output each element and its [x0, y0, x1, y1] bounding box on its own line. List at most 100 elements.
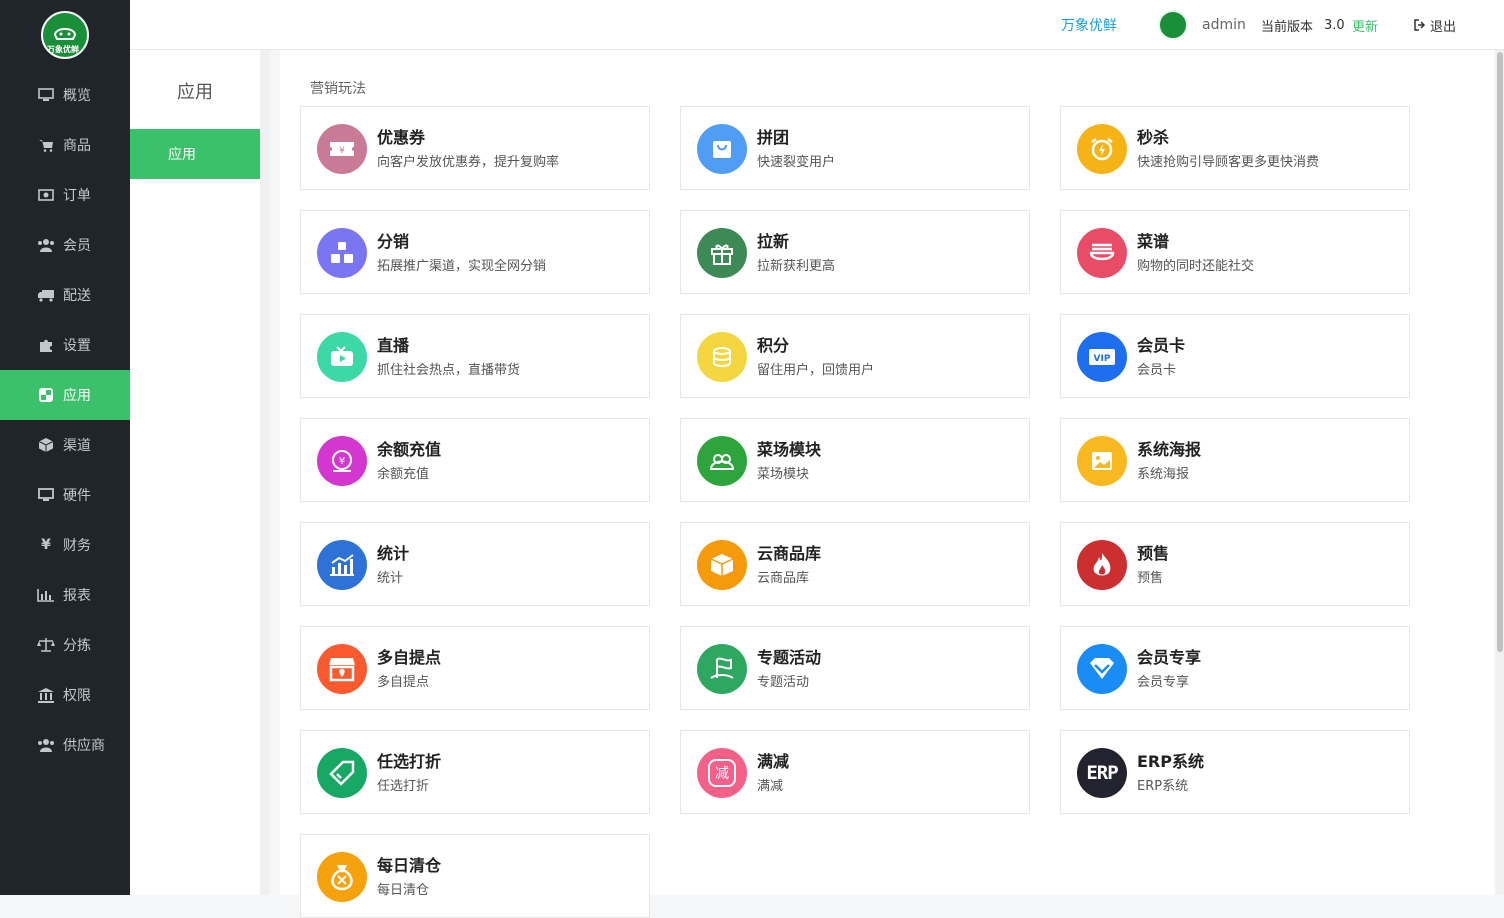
app-card-desc: 菜场模块: [757, 467, 810, 482]
reduce-icon: 减: [697, 748, 747, 798]
app-card-desc: 满减: [757, 779, 784, 794]
app-card-vip-card[interactable]: VIP 会员卡 会员卡: [1060, 314, 1410, 398]
flag-icon: [697, 644, 747, 694]
yen-coin-icon: ¥: [317, 436, 367, 486]
app-card-hierarchy[interactable]: 分销 拓展推广渠道，实现全网分销: [300, 210, 650, 294]
app-card-poster[interactable]: 系统海报 系统海报: [1060, 418, 1410, 502]
app-card-title: 满减: [757, 752, 790, 771]
app-card-desc: 云商品库: [757, 571, 810, 586]
app-card-desc: 会员卡: [1137, 363, 1177, 378]
fire-icon: [1077, 540, 1127, 590]
app-card-title: 直播: [377, 336, 410, 355]
coupon-icon: ¥: [317, 124, 367, 174]
box-icon: [697, 540, 747, 590]
app-card-title: 多自提点: [377, 648, 442, 667]
live-tv-icon: [317, 332, 367, 382]
app-card-desc: ERP系统: [1137, 779, 1189, 794]
monitor-icon: [37, 87, 55, 103]
subnav-item-apps[interactable]: 应用: [130, 129, 260, 179]
app-card-live-tv[interactable]: 直播抓住社会热点，直播带货: [300, 314, 650, 398]
app-card-box[interactable]: 云商品库 云商品库: [680, 522, 1030, 606]
nav-item-finance[interactable]: ¥ 财务: [0, 520, 130, 570]
app-card-title: ERP系统: [1137, 752, 1204, 771]
nav-item-orders[interactable]: 订单: [0, 170, 130, 220]
nav-item-delivery[interactable]: 配送: [0, 270, 130, 320]
app-card-coupon[interactable]: ¥ 优惠券 向客户发放优惠券，提升复购率: [300, 106, 650, 190]
divider: [260, 50, 270, 895]
vegetable-icon: [697, 436, 747, 486]
app-card-bowl[interactable]: 菜谱购物的同时还能社交: [1060, 210, 1410, 294]
subnav-title: 应用: [177, 82, 213, 103]
app-card-desc: 购物的同时还能社交: [1137, 259, 1255, 274]
vip-card-icon: VIP: [1077, 332, 1127, 382]
top-bar: 万象优鲜 admin 当前版本 3.0 更新 退出: [130, 0, 1504, 50]
app-card-title: 系统海报: [1137, 440, 1202, 459]
nav-item-sorting[interactable]: 分拣: [0, 620, 130, 670]
shopping-bag-icon: [697, 124, 747, 174]
hierarchy-icon: [317, 228, 367, 278]
nav-item-suppliers[interactable]: 供应商: [0, 720, 130, 770]
app-card-desc: 拓展推广渠道，实现全网分销: [377, 259, 547, 274]
scrollbar[interactable]: [1496, 50, 1504, 895]
username[interactable]: admin: [1202, 0, 1246, 50]
money-icon: [37, 187, 55, 203]
brand-logo-text: 万象优鲜: [47, 45, 79, 54]
app-card-erp[interactable]: ERP ERP系统 ERP系统: [1060, 730, 1410, 814]
app-card-desc: 任选打折: [377, 779, 430, 794]
nav-item-members[interactable]: 会员: [0, 220, 130, 270]
app-card-title: 积分: [757, 336, 790, 355]
nav-label: 渠道: [63, 438, 91, 454]
app-card-diamond[interactable]: 会员专享 会员专享: [1060, 626, 1410, 710]
logout-button[interactable]: 退出: [1414, 0, 1456, 50]
users-icon: [37, 737, 55, 753]
main-content: 营销玩法 ¥ 优惠券 向客户发放优惠券，提升复购率 拼团 快速裂变用户 秒杀 快速抢购引导顾…: [280, 50, 1494, 918]
app-card-tag[interactable]: 任选打折 任选打折: [300, 730, 650, 814]
app-card-title: 秒杀: [1137, 128, 1170, 147]
erp-icon: ERP: [1077, 748, 1127, 798]
brand-logo[interactable]: 万象优鲜: [41, 11, 89, 59]
app-card-reduce[interactable]: 减满减 满减: [680, 730, 1030, 814]
nav-item-permissions[interactable]: 权限: [0, 670, 130, 720]
app-card-title: 统计: [377, 544, 410, 563]
app-card-title: 菜谱: [1137, 232, 1170, 251]
nav-label: 订单: [63, 188, 91, 204]
app-card-store[interactable]: 多自提点 多自提点: [300, 626, 650, 710]
app-card-fire[interactable]: 预售 预售: [1060, 522, 1410, 606]
nav-item-products[interactable]: 商品: [0, 120, 130, 170]
version-label: 当前版本: [1261, 19, 1314, 35]
app-card-desc: 多自提点: [377, 675, 430, 690]
app-card-title: 专题活动: [757, 648, 822, 667]
svg-text:VIP: VIP: [1094, 354, 1111, 364]
nav-item-settings[interactable]: 设置: [0, 320, 130, 370]
bowl-icon: [1077, 228, 1127, 278]
alarm-clock-icon: [1077, 124, 1127, 174]
apps-icon: [37, 387, 55, 403]
app-card-shopping-bag[interactable]: 拼团 快速裂变用户: [680, 106, 1030, 190]
app-card-money-bag[interactable]: 每日清仓 每日清仓: [300, 834, 650, 918]
app-card-desc: 拉新获利更高: [757, 259, 836, 274]
brand-name-link[interactable]: 万象优鲜: [1061, 0, 1117, 50]
yen-icon: ¥: [41, 537, 51, 553]
app-card-yen-coin[interactable]: ¥ 余额充值 余额充值: [300, 418, 650, 502]
app-card-stats[interactable]: 统计 统计: [300, 522, 650, 606]
svg-text:¥: ¥: [339, 456, 345, 467]
app-card-title: 余额充值: [377, 440, 442, 459]
logout-icon: [1414, 19, 1426, 31]
scrollbar-thumb[interactable]: [1497, 52, 1503, 652]
nav-item-reports[interactable]: 报表: [0, 570, 130, 620]
app-card-alarm-clock[interactable]: 秒杀 快速抢购引导顾客更多更快消费: [1060, 106, 1410, 190]
tag-icon: [317, 748, 367, 798]
nav-item-apps[interactable]: 应用: [0, 370, 130, 420]
nav-item-overview[interactable]: 概览: [0, 70, 130, 120]
app-card-desc: 抓住社会热点，直播带货: [377, 363, 521, 378]
app-card-flag[interactable]: 专题活动 专题活动: [680, 626, 1030, 710]
nav-item-channels[interactable]: 渠道: [0, 420, 130, 470]
avatar-icon: [1158, 10, 1188, 40]
sub-nav: 应用 应用: [130, 50, 260, 895]
user-avatar[interactable]: [1158, 0, 1188, 50]
app-card-coins[interactable]: 积分 留住用户，回馈用户: [680, 314, 1030, 398]
nav-item-hardware[interactable]: 硬件: [0, 470, 130, 520]
app-card-gift[interactable]: 拉新 拉新获利更高: [680, 210, 1030, 294]
app-card-vegetable[interactable]: 菜场模块 菜场模块: [680, 418, 1030, 502]
update-link[interactable]: 更新: [1352, 0, 1378, 50]
